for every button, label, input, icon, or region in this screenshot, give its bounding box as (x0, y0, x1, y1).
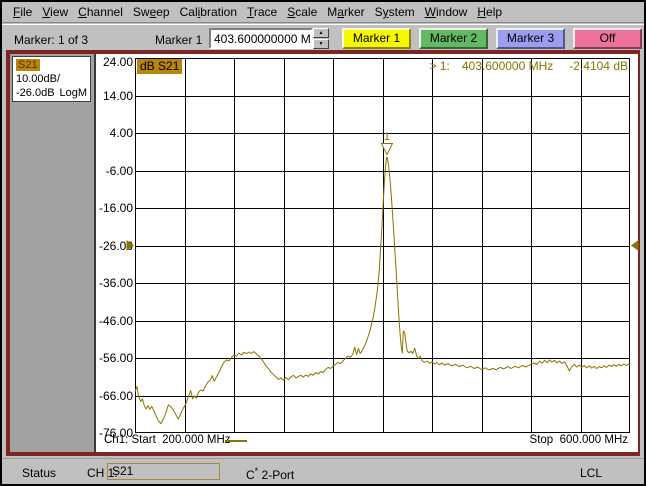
y-tick-label: -6.00 (96, 164, 133, 178)
marker-entry-label: Marker 1 (155, 33, 202, 47)
spin-down-button[interactable]: ▼ (313, 39, 329, 49)
app-window: FileViewChannelSweepCalibrationTraceScal… (0, 0, 646, 486)
marker-2-button[interactable]: Marker 2 (419, 28, 488, 49)
y-tick-label: -56.00 (96, 351, 133, 365)
y-tick-label: 14.00 (96, 89, 133, 103)
menu-help[interactable]: Help (472, 5, 507, 19)
measurement-box: S21 (107, 463, 220, 480)
y-tick-label: -66.00 (96, 389, 133, 403)
menu-trace[interactable]: Trace (242, 5, 282, 19)
menu-window[interactable]: Window (420, 5, 473, 19)
marker-frequency-input[interactable] (209, 28, 313, 49)
menu-bar: FileViewChannelSweepCalibrationTraceScal… (2, 2, 644, 23)
ref-level-arrow-right (631, 240, 639, 251)
trace-scale: 10.00dB/ (16, 72, 87, 86)
marker-readout-prefix: > 1: (430, 59, 450, 73)
menu-marker[interactable]: Marker (322, 5, 369, 19)
trace-color-key (225, 440, 247, 442)
y-tick-label: 4.00 (96, 126, 133, 140)
start-frequency-label: Ch1: Start 200.000 MHz (104, 434, 231, 446)
cal-text: 2-Port (262, 468, 295, 482)
menu-scale[interactable]: Scale (282, 5, 322, 19)
menu-calibration[interactable]: Calibration (175, 5, 242, 19)
off-button[interactable]: Off (573, 28, 642, 49)
marker-readout: > 1: 403.600000 MHz -2.4104 dB (430, 59, 628, 73)
status-label: Status (22, 466, 56, 480)
marker-counter-label: Marker: 1 of 3 (14, 33, 88, 47)
marker-readout-frequency: 403.600000 MHz (462, 59, 553, 73)
y-tick-label: -36.00 (96, 276, 133, 290)
graticule: 1 (135, 58, 630, 433)
cal-asterisk: * (255, 466, 259, 476)
marker-3-button[interactable]: Marker 3 (496, 28, 565, 49)
trace-ref-level: -26.0dB (16, 86, 55, 100)
y-tick-label: -16.00 (96, 201, 133, 215)
cal-status: C* 2-Port (246, 466, 294, 482)
frequency-spinner: ▲ ▼ (313, 28, 329, 49)
lcl-indicator: LCL (580, 466, 602, 480)
y-tick-label: 24.00 (96, 55, 133, 69)
marker-toolbar: Marker: 1 of 3 Marker 1 ▲ ▼ Marker 1 Mark… (2, 24, 644, 53)
trace-sidebar: S21 10.00dB/ -26.0dB LogM (10, 54, 96, 452)
menu-view[interactable]: View (37, 5, 73, 19)
trace-format: LogM (59, 86, 87, 100)
spin-up-icon: ▲ (319, 30, 324, 36)
menu-sweep[interactable]: Sweep (128, 5, 175, 19)
y-tick-label: -46.00 (96, 314, 133, 328)
menu-system[interactable]: System (370, 5, 420, 19)
trace-name[interactable]: S21 (16, 59, 40, 71)
marker-1-button[interactable]: Marker 1 (342, 28, 411, 49)
menu-file[interactable]: File (8, 5, 37, 19)
spin-up-button[interactable]: ▲ (313, 28, 329, 38)
status-bar: Status CH 1: S21 C* 2-Port LCL (2, 458, 644, 485)
stop-frequency-label: Stop 600.000 MHz (530, 434, 628, 446)
trace-label-chip: dB S21 (137, 59, 182, 74)
measurement-value: S21 (112, 464, 133, 478)
plot-area: 24.0014.004.00-6.00-16.00-26.00-36.00-46… (96, 54, 638, 452)
cal-c: C (246, 468, 255, 482)
trace-info-box[interactable]: S21 10.00dB/ -26.0dB LogM (12, 56, 91, 102)
s21-trace (135, 157, 630, 424)
spin-down-icon: ▼ (319, 41, 324, 47)
marker-readout-value: -2.4104 dB (569, 59, 628, 73)
menu-channel[interactable]: Channel (73, 5, 128, 19)
marker-number-label: 1 (384, 131, 390, 143)
